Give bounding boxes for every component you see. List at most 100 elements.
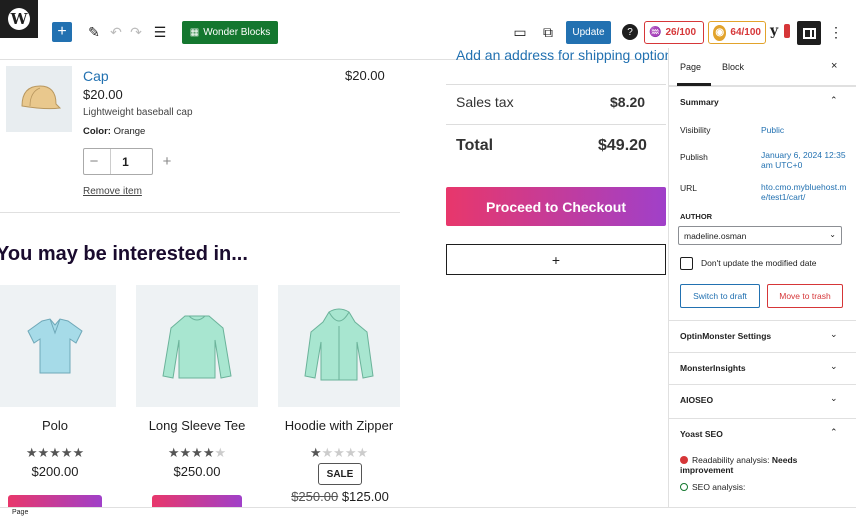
quantity-decrease-button[interactable]: − (84, 149, 104, 174)
update-button[interactable]: Update (566, 21, 611, 44)
undo-icon[interactable]: ↶ (106, 22, 126, 42)
visibility-label: Visibility (680, 125, 711, 135)
rating-stars: ★★★★★ (25, 445, 85, 460)
product-image[interactable] (0, 285, 116, 407)
chevron-up-icon: ⌃ (830, 95, 838, 105)
totals-divider (446, 124, 666, 125)
publish-label: Publish (680, 152, 708, 162)
yoast-panel-header[interactable]: Yoast SEO ⌃ (669, 418, 856, 448)
author-select-value: madeline.osman (684, 231, 747, 241)
modified-date-label: Don't update the modified date (701, 258, 817, 268)
wonder-blocks-button[interactable]: ▦ Wonder Blocks (182, 21, 278, 44)
author-label: AUTHOR (680, 212, 713, 221)
panel-title: AIOSEO (680, 395, 714, 405)
totals-divider (446, 84, 666, 85)
chevron-down-icon: ⌄ (830, 361, 838, 371)
panel-title: Yoast SEO (680, 429, 723, 439)
url-label: URL (680, 183, 698, 193)
switch-to-draft-button[interactable]: Switch to draft (680, 284, 760, 308)
remove-item-link[interactable]: Remove item (83, 186, 142, 197)
product-price: $200.00 (31, 464, 79, 479)
seo-analysis[interactable]: SEO analysis: (680, 482, 745, 492)
monsterinsights-panel-header[interactable]: MonsterInsights ⌄ (669, 352, 856, 382)
product-image[interactable] (278, 285, 400, 407)
settings-sidebar-toggle[interactable] (797, 21, 821, 45)
external-link-icon[interactable]: ⧉ (538, 22, 558, 42)
breadcrumb[interactable]: Page (12, 509, 28, 516)
pen-tool-icon[interactable]: ✎ (84, 22, 104, 42)
readability-score-badge[interactable]: ♒ 26/100 (644, 21, 704, 44)
cart-divider (0, 212, 400, 213)
author-select[interactable]: madeline.osman ⌄ (678, 226, 842, 245)
redo-icon[interactable]: ↷ (126, 22, 146, 42)
panel-title: MonsterInsights (680, 363, 746, 373)
item-description: Lightweight baseball cap (83, 107, 193, 118)
shipping-address-link[interactable]: Add an address for shipping options (456, 47, 670, 63)
product-card[interactable]: Polo ★★★★★ $200.00 (0, 285, 116, 511)
product-price: $250.00 $125.00 (280, 489, 400, 504)
more-options-icon[interactable]: ⋮ (826, 22, 846, 42)
document-overview-icon[interactable]: ☰ (150, 22, 170, 42)
sales-tax-value: $8.20 (610, 94, 646, 110)
readability-analysis[interactable]: Readability analysis: Needs improvement (680, 455, 850, 475)
status-bar: Page (0, 507, 856, 516)
publish-value[interactable]: January 6, 2024 12:35 am UTC+0 (761, 150, 853, 170)
total-label: Total (456, 137, 494, 154)
product-name[interactable]: Long Sleeve Tee (136, 418, 258, 433)
aioseo-panel-header[interactable]: AIOSEO ⌄ (669, 384, 856, 414)
wonder-blocks-icon: ▦ (189, 27, 200, 38)
add-block-appender-button[interactable]: + (446, 244, 666, 275)
product-name[interactable]: Polo (0, 418, 116, 433)
product-card[interactable]: Hoodie with Zipper ★★★★★ (278, 285, 400, 460)
product-name[interactable]: Hoodie with Zipper (278, 418, 400, 433)
proceed-to-checkout-button[interactable]: Proceed to Checkout (446, 187, 666, 226)
readability-score-icon: ♒ (649, 27, 662, 38)
quantity-stepper: − 1 (83, 148, 153, 175)
summary-title: Summary (680, 97, 719, 107)
polo-shirt-icon (27, 318, 83, 374)
product-price: $250.00 (173, 464, 221, 479)
view-desktop-icon[interactable]: ▭ (510, 22, 530, 42)
quantity-increase-button[interactable]: + (157, 148, 177, 175)
optinmonster-panel-header[interactable]: OptinMonster Settings ⌄ (669, 320, 856, 350)
readability-score-value: 26/100 (665, 27, 697, 38)
seo-label: SEO analysis: (692, 482, 746, 492)
sales-tax-label: Sales tax (456, 94, 514, 110)
rating-stars: ★★★★★ (309, 445, 369, 460)
long-sleeve-tee-icon (162, 315, 232, 379)
chevron-down-icon: ⌄ (830, 329, 838, 339)
settings-sidebar: Page Block × Summary ⌃ Visibility Public… (668, 48, 856, 508)
product-thumbnail[interactable] (6, 66, 72, 132)
modified-date-checkbox[interactable] (680, 257, 693, 270)
cart-item: Cap $20.00 Lightweight baseball cap Colo… (0, 60, 400, 212)
tab-page[interactable]: Page (680, 62, 701, 72)
seo-score-badge[interactable]: ◉ 64/100 (708, 21, 766, 44)
product-image[interactable] (136, 285, 258, 407)
color-value: Orange (113, 126, 146, 137)
rating-stars: ★★★★★ (167, 445, 227, 460)
move-to-trash-button[interactable]: Move to trash (767, 284, 843, 308)
chevron-down-icon: ⌄ (830, 393, 838, 403)
quantity-input[interactable]: 1 (110, 149, 140, 174)
summary-panel-header[interactable]: Summary ⌃ (669, 86, 856, 116)
wordpress-logo-icon[interactable]: W (0, 0, 38, 38)
item-color: Color: Orange (83, 126, 145, 137)
item-total: $20.00 (345, 68, 385, 83)
product-card[interactable]: Long Sleeve Tee ★★★★★ $250.00 (136, 285, 258, 511)
item-name-link[interactable]: Cap (83, 68, 109, 84)
panel-title: OptinMonster Settings (680, 331, 772, 341)
add-block-button[interactable]: + (52, 22, 72, 42)
yoast-icon[interactable]: y (770, 23, 790, 39)
url-value[interactable]: hto.cmo.mybluehost.me/test1/cart/ (761, 182, 853, 202)
cross-sells-heading: You may be interested in... (0, 243, 248, 265)
tab-block[interactable]: Block (722, 62, 744, 72)
visibility-value[interactable]: Public (761, 125, 853, 135)
hoodie-icon (304, 308, 374, 381)
help-icon[interactable]: ? (620, 22, 640, 42)
wonder-blocks-label: Wonder Blocks (203, 27, 271, 38)
close-icon[interactable]: × (831, 60, 837, 72)
old-price: $250.00 (291, 489, 339, 504)
sale-badge: SALE (318, 463, 362, 485)
item-price: $20.00 (83, 87, 123, 102)
seo-score-icon: ◉ (713, 24, 727, 41)
